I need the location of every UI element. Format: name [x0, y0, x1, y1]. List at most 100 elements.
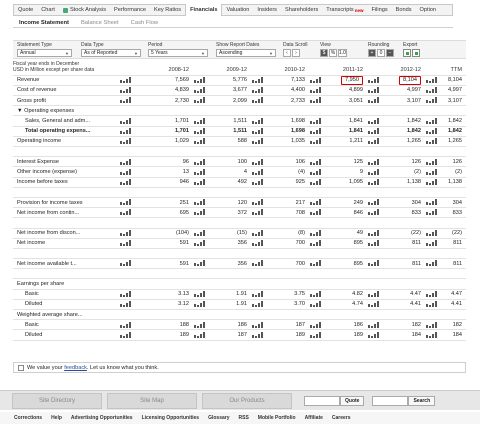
mini-chart-icon[interactable] — [368, 260, 380, 267]
mini-chart-icon[interactable] — [194, 301, 206, 308]
mini-chart-icon[interactable] — [252, 127, 264, 134]
mini-chart-icon[interactable] — [426, 331, 438, 338]
tab-quote[interactable]: Quote — [14, 5, 37, 15]
site-map-button[interactable]: Site Map — [107, 392, 197, 409]
mini-chart-icon[interactable] — [120, 229, 132, 236]
mini-chart-icon[interactable] — [120, 199, 132, 206]
mini-chart-icon[interactable] — [194, 117, 206, 124]
tab-valuation[interactable]: Valuation — [222, 5, 253, 15]
mini-chart-icon[interactable] — [194, 260, 206, 267]
mini-chart-icon[interactable] — [426, 158, 438, 165]
mini-chart-icon[interactable] — [368, 178, 380, 185]
mini-chart-icon[interactable] — [368, 331, 380, 338]
mini-chart-icon[interactable] — [426, 260, 438, 267]
mini-chart-icon[interactable] — [368, 321, 380, 328]
mini-chart-icon[interactable] — [252, 117, 264, 124]
mini-chart-icon[interactable] — [368, 229, 380, 236]
csv-export-icon[interactable] — [412, 49, 420, 57]
mini-chart-icon[interactable] — [310, 97, 322, 104]
scroll-right-button[interactable]: › — [292, 49, 300, 57]
search-button[interactable]: Search — [408, 395, 436, 406]
footer-link[interactable]: RSS — [239, 415, 249, 421]
mini-chart-icon[interactable] — [252, 97, 264, 104]
scroll-left-button[interactable]: ‹ — [283, 49, 291, 57]
mini-chart-icon[interactable] — [194, 158, 206, 165]
mini-chart-icon[interactable] — [426, 87, 438, 94]
mini-chart-icon[interactable] — [120, 321, 132, 328]
mini-chart-icon[interactable] — [368, 127, 380, 134]
mini-chart-icon[interactable] — [426, 240, 438, 247]
tab-insiders[interactable]: Insiders — [253, 5, 281, 15]
mini-chart-icon[interactable] — [252, 260, 264, 267]
mini-chart-icon[interactable] — [194, 168, 206, 175]
mini-chart-icon[interactable] — [194, 331, 206, 338]
mini-chart-icon[interactable] — [310, 229, 322, 236]
tab-filings[interactable]: Filings — [368, 5, 392, 15]
mini-chart-icon[interactable] — [310, 127, 322, 134]
mini-chart-icon[interactable] — [120, 97, 132, 104]
feedback-link[interactable]: feedback — [64, 365, 87, 371]
mini-chart-icon[interactable] — [426, 168, 438, 175]
rounding-increase-button[interactable]: + — [368, 49, 376, 57]
search-input[interactable] — [372, 395, 409, 406]
mini-chart-icon[interactable] — [310, 87, 322, 94]
mini-chart-icon[interactable] — [368, 168, 380, 175]
mini-chart-icon[interactable] — [120, 168, 132, 175]
mini-chart-icon[interactable] — [194, 178, 206, 185]
report-dates-select[interactable]: Ascending ▼ — [216, 49, 276, 57]
mini-chart-icon[interactable] — [310, 260, 322, 267]
mini-chart-icon[interactable] — [252, 321, 264, 328]
mini-chart-icon[interactable] — [310, 240, 322, 247]
period-select[interactable]: 5 Years ▼ — [148, 49, 208, 57]
mini-chart-icon[interactable] — [120, 178, 132, 185]
tab-financials[interactable]: Financials — [185, 4, 223, 16]
collapse-icon[interactable] — [18, 364, 24, 371]
mini-chart-icon[interactable] — [252, 240, 264, 247]
mini-chart-icon[interactable] — [426, 209, 438, 216]
mini-chart-icon[interactable] — [252, 209, 264, 216]
data-type-select[interactable]: As of Reported ▼ — [81, 49, 141, 57]
mini-chart-icon[interactable] — [368, 117, 380, 124]
mini-chart-icon[interactable] — [252, 199, 264, 206]
mini-chart-icon[interactable] — [368, 87, 380, 94]
footer-link[interactable]: Advertising Opportunities — [71, 415, 133, 421]
mini-chart-icon[interactable] — [120, 209, 132, 216]
excel-export-icon[interactable] — [403, 49, 411, 57]
mini-chart-icon[interactable] — [310, 178, 322, 185]
tab-cash-flow[interactable]: Cash Flow — [125, 20, 164, 26]
mini-chart-icon[interactable] — [120, 331, 132, 338]
mini-chart-icon[interactable] — [368, 158, 380, 165]
tab-balance-sheet[interactable]: Balance Sheet — [75, 20, 125, 26]
mini-chart-icon[interactable] — [310, 301, 322, 308]
tab-income-statement[interactable]: Income Statement — [13, 20, 75, 26]
mini-chart-icon[interactable] — [310, 138, 322, 145]
mini-chart-icon[interactable] — [194, 321, 206, 328]
mini-chart-icon[interactable] — [426, 199, 438, 206]
rounding-decrease-button[interactable]: − — [386, 49, 394, 57]
mini-chart-icon[interactable] — [310, 117, 322, 124]
tab-chart[interactable]: Chart — [37, 5, 59, 15]
mini-chart-icon[interactable] — [368, 199, 380, 206]
mini-chart-icon[interactable] — [310, 199, 322, 206]
quote-button[interactable]: Quote — [340, 395, 365, 406]
mini-chart-icon[interactable] — [194, 240, 206, 247]
mini-chart-icon[interactable] — [368, 209, 380, 216]
mini-chart-icon[interactable] — [310, 331, 322, 338]
mini-chart-icon[interactable] — [310, 290, 322, 297]
mini-chart-icon[interactable] — [368, 240, 380, 247]
mini-chart-icon[interactable] — [252, 301, 264, 308]
tab-performance[interactable]: Performance — [110, 5, 150, 15]
statement-type-select[interactable]: Annual ▼ — [17, 49, 72, 57]
tab-transcripts[interactable]: Transcripts new — [322, 5, 367, 15]
mini-chart-icon[interactable] — [368, 301, 380, 308]
mini-chart-icon[interactable] — [368, 138, 380, 145]
mini-chart-icon[interactable] — [120, 290, 132, 297]
mini-chart-icon[interactable] — [426, 178, 438, 185]
mini-chart-icon[interactable] — [120, 87, 132, 94]
footer-link[interactable]: Affiliate — [305, 415, 323, 421]
percent-view-button[interactable]: % — [329, 49, 337, 57]
mini-chart-icon[interactable] — [252, 331, 264, 338]
our-products-button[interactable]: Our Products — [202, 392, 292, 409]
mini-chart-icon[interactable] — [252, 138, 264, 145]
mini-chart-icon[interactable] — [310, 209, 322, 216]
